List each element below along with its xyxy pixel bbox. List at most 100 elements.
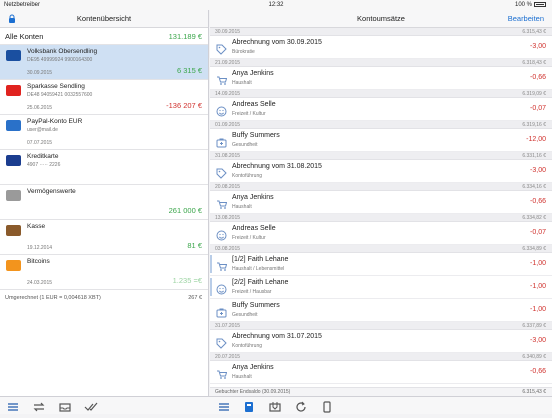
transaction-amount: -3,00 [530, 167, 546, 174]
transaction-list: 30.09.2015 6.315,43 € Abrechnung vom 30.09… [210, 28, 552, 384]
battery: 100 % [515, 0, 546, 10]
account-name: PayPal-Konto EUR [27, 118, 83, 125]
group-balance: 6.334,82 € [522, 215, 546, 221]
inbox-tray-icon[interactable] [268, 400, 282, 412]
account-row[interactable]: Vermögenswerte 261 000 € [0, 185, 208, 220]
account-name: Vermögenswerte [27, 188, 76, 195]
transaction-amount: -12,00 [526, 136, 546, 143]
menu-icon[interactable] [217, 400, 231, 412]
transaction-row[interactable]: Andreas Selle Freizeit / Kultur -0,07 [210, 222, 552, 245]
transaction-row[interactable]: Andreas Selle Freizeit / Kultur -0,07 [210, 98, 552, 121]
account-row[interactable]: Volksbank Obersendling DE95 49999924 9900… [0, 45, 208, 80]
list-icon[interactable] [6, 400, 20, 412]
conversion-label: Umgerechnet (1 EUR = 0,004618 XBT) [5, 295, 101, 301]
account-row[interactable]: Sparkasse Sendling DE48 94059421 00325576… [0, 80, 208, 115]
medkit-icon [216, 305, 227, 318]
group-date: 30.09.2015 [215, 29, 241, 35]
group-balance: 6.334,89 € [522, 246, 546, 252]
smiley-icon [216, 104, 227, 117]
transactions-pane: Kontoumsätze Bearbeiten 30.09.2015 6.315,… [210, 10, 552, 396]
tag-icon [216, 336, 227, 349]
transaction-category: Gesundheit [232, 142, 258, 148]
transaction-title: Anya Jenkins [232, 70, 274, 77]
transaction-row[interactable]: [1/2] Faith Lehane Haushalt / Lebensmitte… [210, 253, 552, 276]
cart-icon [216, 367, 228, 379]
account-number: user@mail.de [27, 127, 58, 133]
transaction-amount: -0,66 [530, 74, 546, 81]
account-balance: 81 € [187, 241, 202, 250]
clock: 12:32 [268, 2, 284, 8]
sparkasse-icon [6, 85, 21, 96]
group-date: 21.09.2015 [215, 60, 241, 66]
refresh-icon[interactable] [294, 400, 308, 412]
date-header: 31.07.2015 6.337,89 € [210, 322, 552, 330]
account-row[interactable]: Bitcoins 24.03.2015 1.235 =€ [0, 255, 208, 290]
date-header: 01.09.2015 6.319,16 € [210, 121, 552, 129]
transaction-category: Haushalt [232, 80, 252, 86]
group-balance: 6.334,16 € [522, 184, 546, 190]
transaction-row[interactable]: Anya Jenkins Haushalt -0,66 [210, 361, 552, 384]
account-number: DE48 94059421 0032557600 [27, 92, 93, 98]
transaction-title: Buffy Summers [232, 132, 280, 139]
transfer-icon[interactable] [32, 400, 46, 412]
transaction-category: Haushalt [232, 374, 252, 380]
transaction-category: Freizeit / Hausbar [232, 289, 272, 295]
end-balance-label: Gebuchter Endsaldo (30.09.2015) [215, 389, 291, 395]
transaction-category: Kontoführung [232, 343, 263, 349]
book-icon[interactable] [242, 400, 256, 412]
transaction-row[interactable]: [2/2] Faith Lehane Freizeit / Hausbar -1,0… [210, 276, 552, 299]
split-marker [210, 255, 212, 273]
edit-button[interactable]: Bearbeiten [508, 10, 544, 28]
account-name: Kreditkarte [27, 153, 59, 160]
checkmark-icon[interactable] [84, 400, 98, 412]
transaction-category: Freizeit / Kultur [232, 111, 266, 117]
transaction-amount: -0,66 [530, 198, 546, 205]
all-accounts-row[interactable]: Alle Konten 131.189 € [0, 28, 208, 45]
end-balance-value: 6.315,43 € [522, 389, 546, 395]
date-header: 20.07.2015 6.340,89 € [210, 353, 552, 361]
account-date: 30.09.2015 [27, 70, 53, 76]
account-balance: 6 315 € [176, 66, 202, 75]
inbox-icon[interactable] [58, 400, 72, 412]
transaction-amount: -3,00 [530, 337, 546, 344]
accounts-pane: Kontenübersicht Alle Konten 131.189 € Vo… [0, 10, 209, 396]
account-row[interactable]: Kreditkarte 4907 ····· 2226 [0, 150, 208, 185]
transaction-title: Andreas Selle [232, 101, 276, 108]
group-date: 13.08.2015 [215, 215, 241, 221]
cart-icon [216, 259, 228, 271]
transaction-category: Kontoführung [232, 173, 263, 179]
transaction-row[interactable]: Abrechnung vom 30.09.2015 Bürokratie -3,00 [210, 36, 552, 59]
transaction-row[interactable]: Abrechnung vom 31.08.2015 Kontoführung -3,… [210, 160, 552, 183]
transaction-row[interactable]: Abrechnung vom 31.07.2015 Kontoführung -3,… [210, 330, 552, 353]
account-row[interactable]: PayPal-Konto EUR user@mail.de 07.07.2015 [0, 115, 208, 150]
transaction-amount: -0,07 [530, 229, 546, 236]
account-date: 19.12.2014 [27, 245, 53, 251]
account-name: Bitcoins [27, 258, 50, 265]
account-balance: 1.235 =€ [172, 276, 202, 285]
transaction-amount: -0,66 [530, 368, 546, 375]
transaction-row[interactable]: Buffy Summers Gesundheit -12,00 [210, 129, 552, 152]
transaction-row[interactable]: Buffy Summers Gesundheit -1,00 [210, 299, 552, 322]
account-date: 07.07.2015 [27, 140, 53, 146]
group-date: 20.08.2015 [215, 184, 241, 190]
transaction-category: Gesundheit [232, 312, 258, 318]
tablet-icon[interactable] [320, 400, 334, 413]
account-row[interactable]: Kasse 19.12.2014 81 € [0, 220, 208, 255]
medkit-icon [216, 135, 227, 148]
lock-icon[interactable] [8, 14, 16, 24]
transaction-amount: -1,00 [530, 260, 546, 267]
group-date: 20.07.2015 [215, 354, 241, 360]
tag-icon [216, 166, 227, 179]
transaction-category: Bürokratie [232, 49, 255, 55]
transaction-row[interactable]: Anya Jenkins Haushalt -0,66 [210, 67, 552, 90]
date-header: 20.08.2015 6.334,16 € [210, 183, 552, 191]
group-date: 01.09.2015 [215, 122, 241, 128]
split-marker [210, 278, 212, 296]
transaction-row[interactable]: Anya Jenkins Haushalt -0,66 [210, 191, 552, 214]
visa-icon [6, 155, 21, 166]
status-bar: Netzbetreiber 12:32 100 % [0, 0, 552, 10]
all-accounts-amount: 131.189 € [168, 32, 202, 41]
transaction-amount: -1,00 [530, 306, 546, 313]
date-header: 13.08.2015 6.334,82 € [210, 214, 552, 222]
transactions-title: Kontoumsätze [357, 14, 405, 23]
